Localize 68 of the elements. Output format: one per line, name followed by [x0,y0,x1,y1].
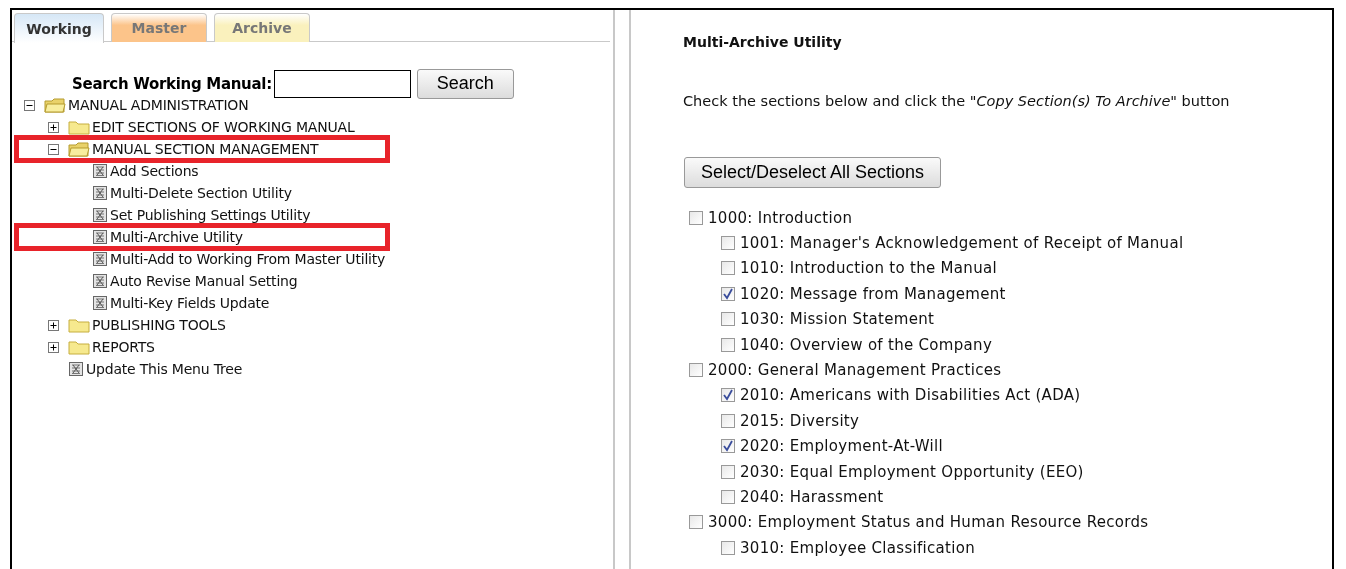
section-label: 3000: Employment Status and Human Resource Records [708,513,1149,532]
checkbox[interactable] [721,261,735,276]
tree-item[interactable]: Multi-Archive Utility [110,229,243,245]
page-icon [92,251,108,267]
section-label: 1020: Message from Management [740,284,1006,303]
checkbox[interactable] [689,210,703,225]
checkbox[interactable] [721,388,735,403]
tree-item[interactable]: MANUAL SECTION MANAGEMENT [92,141,319,157]
tree-item[interactable]: EDIT SECTIONS OF WORKING MANUAL [92,119,355,135]
checkbox[interactable] [721,236,735,251]
checkbox[interactable] [721,540,735,555]
tree-item[interactable]: Set Publishing Settings Utility [110,207,311,223]
tree-item[interactable]: REPORTS [92,339,155,355]
section-label: 2015: Diversity [740,411,860,430]
search-button[interactable]: Search [416,68,514,99]
tree-item[interactable]: MANUAL ADMINISTRATION [68,97,249,113]
section-label: 2030: Equal Employment Opportunity (EEO) [740,462,1084,481]
tree-item[interactable]: Auto Revise Manual Setting [110,273,298,289]
tree-item[interactable]: Add Sections [110,163,199,179]
checkbox[interactable] [721,312,735,327]
page-icon [68,361,84,377]
collapse-icon[interactable] [48,143,59,155]
checkbox[interactable] [721,413,735,428]
expand-icon[interactable] [48,121,59,133]
checkbox[interactable] [721,464,735,479]
page-icon [92,185,108,201]
tab[interactable]: Working [14,13,104,43]
tree-item[interactable]: Multi-Add to Working From Master Utility [110,251,386,267]
section-label: 3010: Employee Classification [740,538,975,557]
splitter-bar[interactable] [613,10,631,569]
folder-icon [68,119,90,135]
tree-item[interactable]: Multi-Key Fields Update [110,295,270,311]
page-title: Multi-Archive Utility [683,34,843,50]
tree-item[interactable]: Update This Menu Tree [86,361,243,377]
checkbox[interactable] [689,515,703,530]
section-label: 2040: Harassment [740,488,884,506]
section-label: 1000: Introduction [708,208,853,227]
page-icon [92,163,108,179]
tab[interactable]: Archive [214,13,310,42]
collapse-icon[interactable] [24,99,35,111]
checkbox[interactable] [689,363,703,378]
checkbox[interactable] [721,490,735,504]
tree-item[interactable]: Multi-Delete Section Utility [110,185,292,201]
checkbox[interactable] [721,439,735,454]
section-label: 1030: Mission Statement [740,310,935,329]
section-label: 2000: General Management Practices [708,361,1002,380]
section-label: 1010: Introduction to the Manual [740,259,997,278]
page-icon [92,207,108,223]
instruction-text: Check the sections below and click the "Copy Section(s) To Archive" button [683,93,1231,109]
search-label: Search Working Manual: [72,74,272,93]
page-icon [92,295,108,311]
expand-icon[interactable] [48,319,59,331]
section-label: 2010: Americans with Disabilities Act (ADA) [740,386,1081,405]
tree-item[interactable]: PUBLISHING TOOLS [92,317,226,333]
checkbox[interactable] [721,337,735,352]
open-folder-icon [68,141,90,157]
page-icon [92,229,108,245]
folder-icon [68,339,90,355]
folder-icon [68,317,90,333]
section-label: 1001: Manager's Acknowledgement of Receipt of Manual [740,234,1184,253]
search-field[interactable] [273,69,411,98]
page-icon [92,273,108,289]
open-folder-icon [44,97,66,113]
section-label: 2020: Employment-At-Will [740,437,944,456]
section-label: 1040: Overview of the Company [740,335,993,354]
select-all-button[interactable]: Select/Deselect All Sections [684,157,942,188]
checkbox[interactable] [721,286,735,301]
expand-icon[interactable] [48,341,59,353]
